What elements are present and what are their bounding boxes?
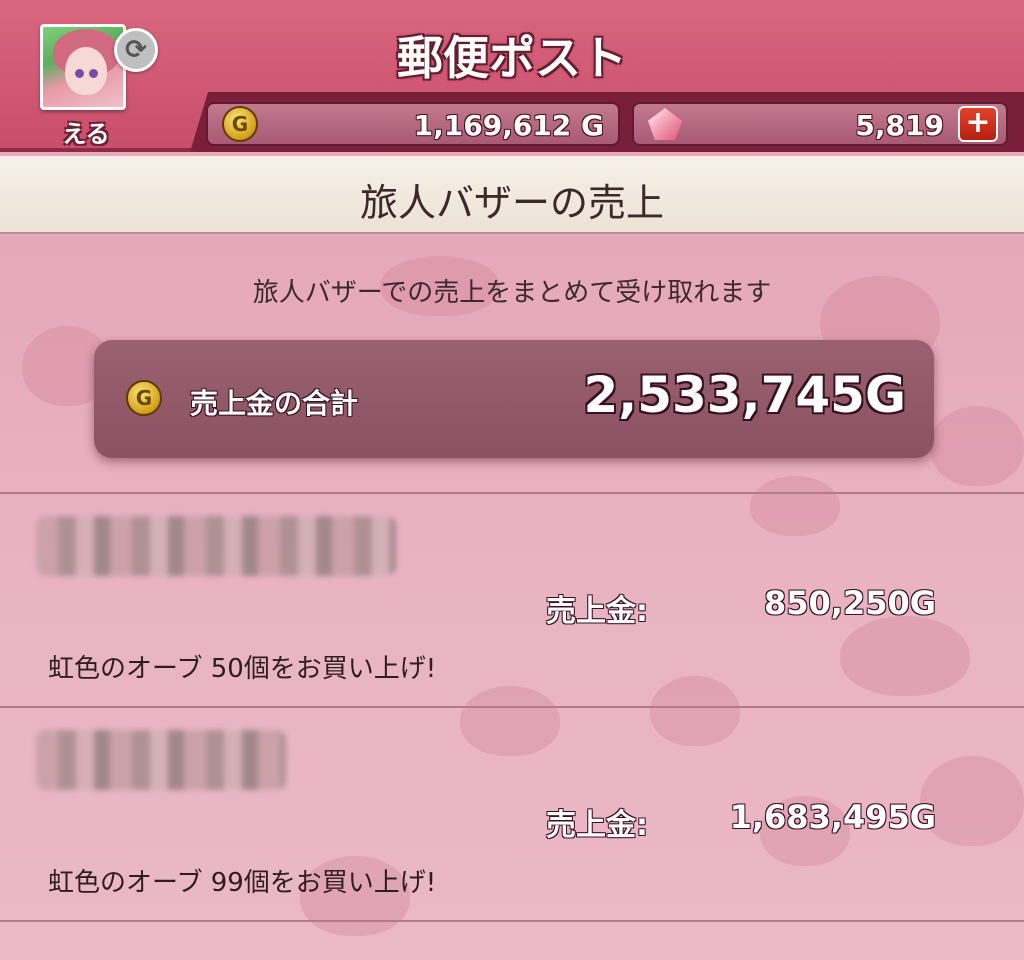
divider <box>0 492 1024 494</box>
gem-icon <box>648 108 682 140</box>
slime-pattern <box>930 406 1024 486</box>
sale-amount-value: 1,683,495G <box>729 798 936 836</box>
avatar-eye <box>89 69 98 78</box>
player-name: える <box>62 120 110 148</box>
swap-character-button[interactable]: ⟳ <box>114 28 158 72</box>
section-header: 旅人バザーの売上 <box>0 156 1024 234</box>
gold-coin-icon: G <box>222 106 258 142</box>
description-text: 旅人バザーでの売上をまとめて受け取れます <box>252 278 772 308</box>
sale-amount-value: 850,250G <box>763 584 936 622</box>
sale-amount-label: 売上金: <box>546 594 648 629</box>
divider <box>0 706 1024 708</box>
refresh-icon: ⟳ <box>125 35 147 65</box>
total-sales-value: 2,533,745G <box>583 366 906 424</box>
bazaar-sales-panel: 旅人バザーでの売上をまとめて受け取れます G 売上金の合計 2,533,745G… <box>0 236 1024 960</box>
buyer-name-redacted <box>36 516 396 576</box>
buyer-name-redacted <box>36 730 286 790</box>
sale-amount-label: 売上金: <box>546 808 648 843</box>
gem-amount: 5,819 <box>855 109 944 142</box>
add-gems-button[interactable]: + <box>958 106 998 142</box>
divider <box>0 920 1024 922</box>
gem-display: 5,819 + <box>632 102 1008 146</box>
plus-icon: + <box>965 105 991 140</box>
gold-amount: 1,169,612 G <box>413 109 604 142</box>
sale-detail: 虹色のオーブ 99個をお買い上げ! <box>48 868 437 898</box>
avatar-face <box>65 47 107 95</box>
slime-pattern <box>460 686 560 756</box>
slime-pattern <box>750 476 840 536</box>
slime-pattern <box>840 616 970 696</box>
total-sales-label: 売上金の合計 <box>190 387 359 420</box>
section-title: 旅人バザーの売上 <box>359 181 664 225</box>
top-header: 郵便ポスト ⟳ える G 1,169,612 G 5,819 + <box>0 0 1024 152</box>
sale-detail: 虹色のオーブ 50個をお買い上げ! <box>48 654 437 684</box>
slime-pattern <box>650 676 740 746</box>
gold-coin-icon: G <box>126 380 162 416</box>
player-avatar[interactable] <box>40 24 126 110</box>
gold-display: G 1,169,612 G <box>206 102 620 146</box>
total-sales-panel[interactable]: G 売上金の合計 2,533,745G <box>94 340 934 458</box>
avatar-eye <box>75 69 84 78</box>
